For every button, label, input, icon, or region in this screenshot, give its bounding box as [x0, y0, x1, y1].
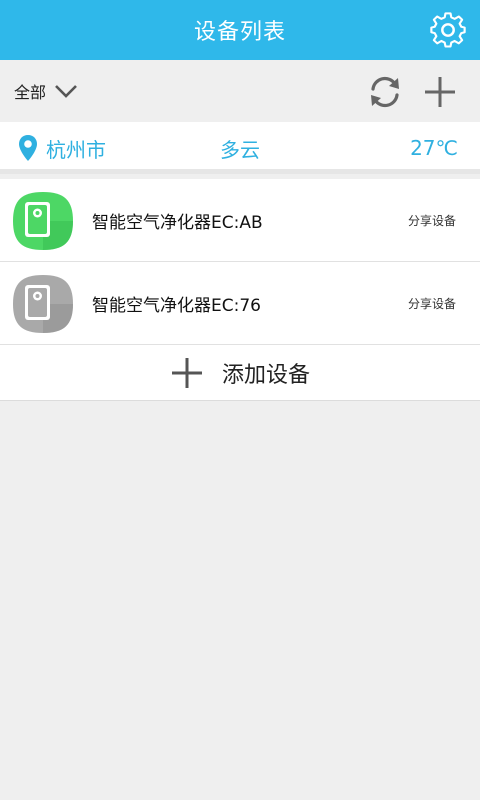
settings-button[interactable] — [428, 10, 468, 50]
filter-label: 全部 — [14, 83, 47, 102]
device-name: 智能空气净化器EC:76 — [92, 296, 261, 316]
device-list: 智能空气净化器EC:AB 分享设备 智能空气净化器EC:76 分享设备 添加设备 — [0, 179, 480, 401]
add-button[interactable] — [420, 72, 460, 112]
share-device-link[interactable]: 分享设备 — [408, 179, 456, 262]
plus-icon — [425, 77, 455, 107]
air-purifier-icon — [13, 275, 73, 333]
weather-condition: 多云 — [220, 137, 260, 162]
add-device-button[interactable]: 添加设备 — [0, 345, 480, 401]
weather-condition-wrap: 多云 — [0, 122, 480, 174]
toolbar: 全部 — [0, 60, 480, 122]
app-bar: 设备列表 — [0, 0, 480, 60]
temperature-wrap: 27℃ — [410, 122, 458, 174]
gear-icon — [430, 12, 466, 48]
device-row[interactable]: 智能空气净化器EC:76 分享设备 — [0, 262, 480, 345]
filter-dropdown[interactable]: 全部 — [14, 60, 78, 122]
refresh-button[interactable] — [365, 72, 405, 112]
weather-bar: 杭州市 多云 27℃ — [0, 122, 480, 174]
device-name: 智能空气净化器EC:AB — [92, 213, 263, 233]
refresh-icon — [371, 76, 399, 108]
air-purifier-icon — [13, 192, 73, 250]
plus-icon — [171, 357, 202, 388]
device-row[interactable]: 智能空气净化器EC:AB 分享设备 — [0, 179, 480, 262]
add-device-label: 添加设备 — [221, 362, 310, 388]
temperature: 27℃ — [410, 136, 458, 160]
chevron-down-icon — [55, 85, 77, 98]
share-device-link[interactable]: 分享设备 — [408, 262, 456, 345]
page-title: 设备列表 — [193, 20, 286, 45]
